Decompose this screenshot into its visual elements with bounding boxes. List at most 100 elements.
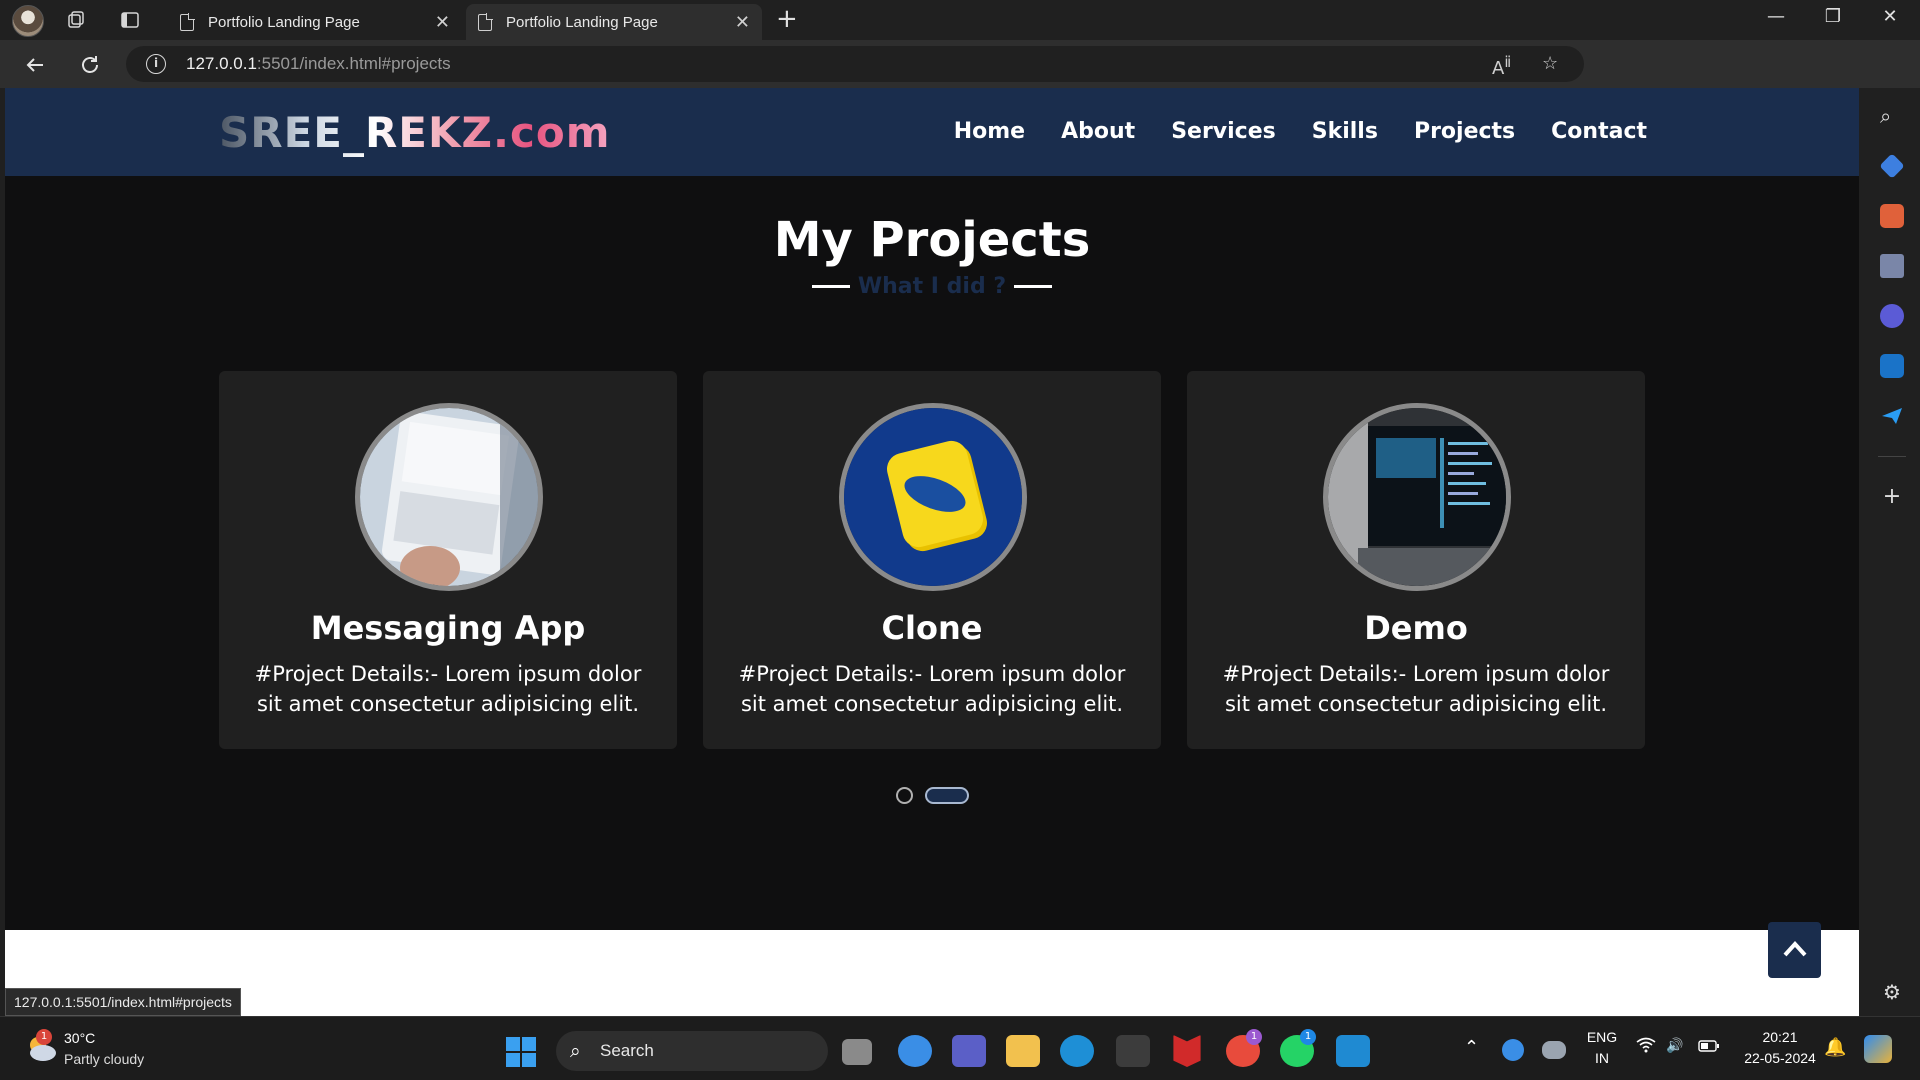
address-toolbar: i 127.0.0.1:5501/index.html#projects Aⅱ … (0, 40, 1920, 116)
clock-date[interactable]: 22-05-2024 (1730, 1050, 1830, 1066)
windows-logo-tile (506, 1053, 520, 1067)
chevron-up-icon[interactable]: ⌃ (1464, 1037, 1479, 1058)
refresh-icon[interactable] (75, 50, 105, 80)
tab-2[interactable]: Portfolio Landing Page ✕ (466, 4, 762, 40)
read-aloud-icon[interactable]: Aⅱ (1492, 53, 1511, 79)
taskbar-search[interactable]: ⌕ Search (556, 1031, 828, 1071)
search-icon: ⌕ (570, 1040, 581, 1062)
windows-logo-tile (506, 1037, 520, 1051)
microsoft-365-icon[interactable] (1880, 304, 1904, 328)
task-view-icon[interactable] (842, 1039, 872, 1065)
vscode-icon[interactable] (1336, 1035, 1370, 1067)
carousel-dot-1[interactable] (895, 787, 913, 804)
nav-projects[interactable]: Projects (1414, 119, 1515, 144)
add-icon[interactable]: + (1880, 484, 1904, 509)
weather-temperature[interactable]: 30°C (64, 1030, 95, 1046)
weather-description[interactable]: Partly cloudy (64, 1051, 144, 1067)
nav-home[interactable]: Home (954, 119, 1025, 144)
subtitle-line-left (811, 285, 850, 288)
send-icon[interactable] (1880, 404, 1904, 428)
scroll-to-top-button[interactable] (1768, 922, 1821, 978)
windows-logo-tile (522, 1053, 536, 1067)
carousel-pagination (5, 787, 1859, 804)
search-label: Search (600, 1041, 654, 1060)
shopping-tag-icon[interactable] (1879, 153, 1905, 179)
carousel-dot-2[interactable] (924, 787, 969, 804)
sync-icon[interactable] (1502, 1039, 1524, 1061)
chrome-icon[interactable]: 1 (1226, 1029, 1262, 1067)
games-icon[interactable] (1880, 254, 1904, 278)
tab-title: Portfolio Landing Page (506, 13, 658, 31)
weather-alert-badge: 1 (36, 1029, 52, 1045)
close-window-button[interactable]: ✕ (1870, 6, 1910, 27)
language-bottom[interactable]: IN (1582, 1050, 1622, 1066)
favorite-star-icon[interactable]: ☆ (1542, 53, 1558, 74)
clock-time[interactable]: 20:21 (1740, 1029, 1820, 1045)
chrome-badge: 1 (1246, 1029, 1262, 1045)
onedrive-icon[interactable] (1542, 1041, 1566, 1059)
tab-title: Portfolio Landing Page (208, 13, 360, 31)
tab-actions-icon[interactable] (116, 6, 144, 34)
page-icon (478, 13, 493, 31)
notification-bell-icon[interactable]: 🔔 (1824, 1037, 1846, 1058)
search-icon[interactable]: ⌕ (1880, 104, 1904, 128)
link-status-bubble: 127.0.0.1:5501/index.html#projects (5, 988, 241, 1016)
project-details: #Project Details:- Lorem ipsum dolor sit… (254, 662, 642, 716)
edge-sidebar: ⌕ + ⚙ (1864, 88, 1920, 1016)
help-app-icon[interactable] (898, 1035, 932, 1067)
windows-logo-tile (522, 1037, 536, 1051)
section-title: My Projects (773, 212, 1091, 268)
project-title: Clone (881, 609, 983, 647)
weather-icon[interactable]: 1 (24, 1029, 58, 1063)
tools-icon[interactable] (1880, 204, 1904, 228)
file-explorer-icon[interactable] (1006, 1035, 1040, 1067)
whatsapp-badge: 1 (1300, 1029, 1316, 1045)
workspaces-icon[interactable] (62, 6, 90, 34)
nav-contact[interactable]: Contact (1551, 119, 1647, 144)
project-card-demo[interactable]: Demo #Project Details:- Lorem ipsum dolo… (1187, 371, 1645, 749)
browser-tab-strip: Portfolio Landing Page ✕ Portfolio Landi… (0, 0, 1920, 40)
wifi-icon[interactable] (1636, 1037, 1656, 1056)
restore-button[interactable]: ❐ (1813, 6, 1853, 27)
edge-browser-icon[interactable] (1060, 1035, 1094, 1067)
copilot-taskbar-icon[interactable] (1864, 1035, 1892, 1063)
url-text: 127.0.0.1:5501/index.html#projects (186, 54, 451, 73)
tab-1[interactable]: Portfolio Landing Page ✕ (168, 4, 462, 40)
new-tab-button[interactable]: + (776, 4, 798, 34)
section-subtitle-row: What I did ? (5, 274, 1859, 299)
project-details: #Project Details:- Lorem ipsum dolor sit… (738, 662, 1126, 716)
windows-taskbar: 1 30°C Partly cloudy ⌕ Search 1 1 ⌃ ENG … (0, 1016, 1920, 1080)
page-icon (180, 13, 195, 31)
project-image-messaging (355, 403, 543, 591)
outlook-icon[interactable] (1880, 354, 1904, 378)
teams-icon[interactable] (952, 1035, 986, 1067)
language-top[interactable]: ENG (1582, 1029, 1622, 1045)
project-title: Messaging App (310, 609, 586, 647)
site-logo[interactable]: SREE_REKZ.com (219, 108, 610, 157)
project-card-messaging[interactable]: Messaging App #Project Details:- Lorem i… (219, 371, 677, 749)
project-image-demo (1323, 403, 1511, 591)
nav-services[interactable]: Services (1171, 119, 1276, 144)
close-tab-icon[interactable]: ✕ (735, 12, 750, 33)
site-info-icon[interactable]: i (146, 54, 166, 74)
profile-avatar[interactable] (12, 5, 44, 37)
minimize-button[interactable]: — (1756, 6, 1796, 27)
microsoft-store-icon[interactable] (1116, 1035, 1150, 1067)
mcafee-icon[interactable] (1173, 1035, 1201, 1067)
project-image-clone (839, 403, 1027, 591)
close-tab-icon[interactable]: ✕ (435, 12, 450, 33)
page-viewport: SREE_REKZ.com Home About Services Skills… (5, 88, 1859, 1016)
volume-icon[interactable]: 🔊 (1666, 1037, 1683, 1054)
whatsapp-icon[interactable]: 1 (1280, 1029, 1316, 1067)
project-title: Demo (1364, 609, 1468, 647)
nav-skills[interactable]: Skills (1312, 119, 1378, 144)
project-card-clone[interactable]: Clone #Project Details:- Lorem ipsum dol… (703, 371, 1161, 749)
subtitle-line-right (1014, 285, 1053, 288)
back-arrow-icon[interactable] (20, 50, 50, 80)
nav-about[interactable]: About (1061, 119, 1135, 144)
settings-gear-icon[interactable]: ⚙ (1880, 980, 1904, 1004)
url-field[interactable]: i 127.0.0.1:5501/index.html#projects Aⅱ … (126, 46, 1584, 82)
battery-icon[interactable] (1698, 1039, 1720, 1055)
start-button[interactable] (506, 1037, 536, 1067)
project-details: #Project Details:- Lorem ipsum dolor sit… (1222, 662, 1610, 716)
